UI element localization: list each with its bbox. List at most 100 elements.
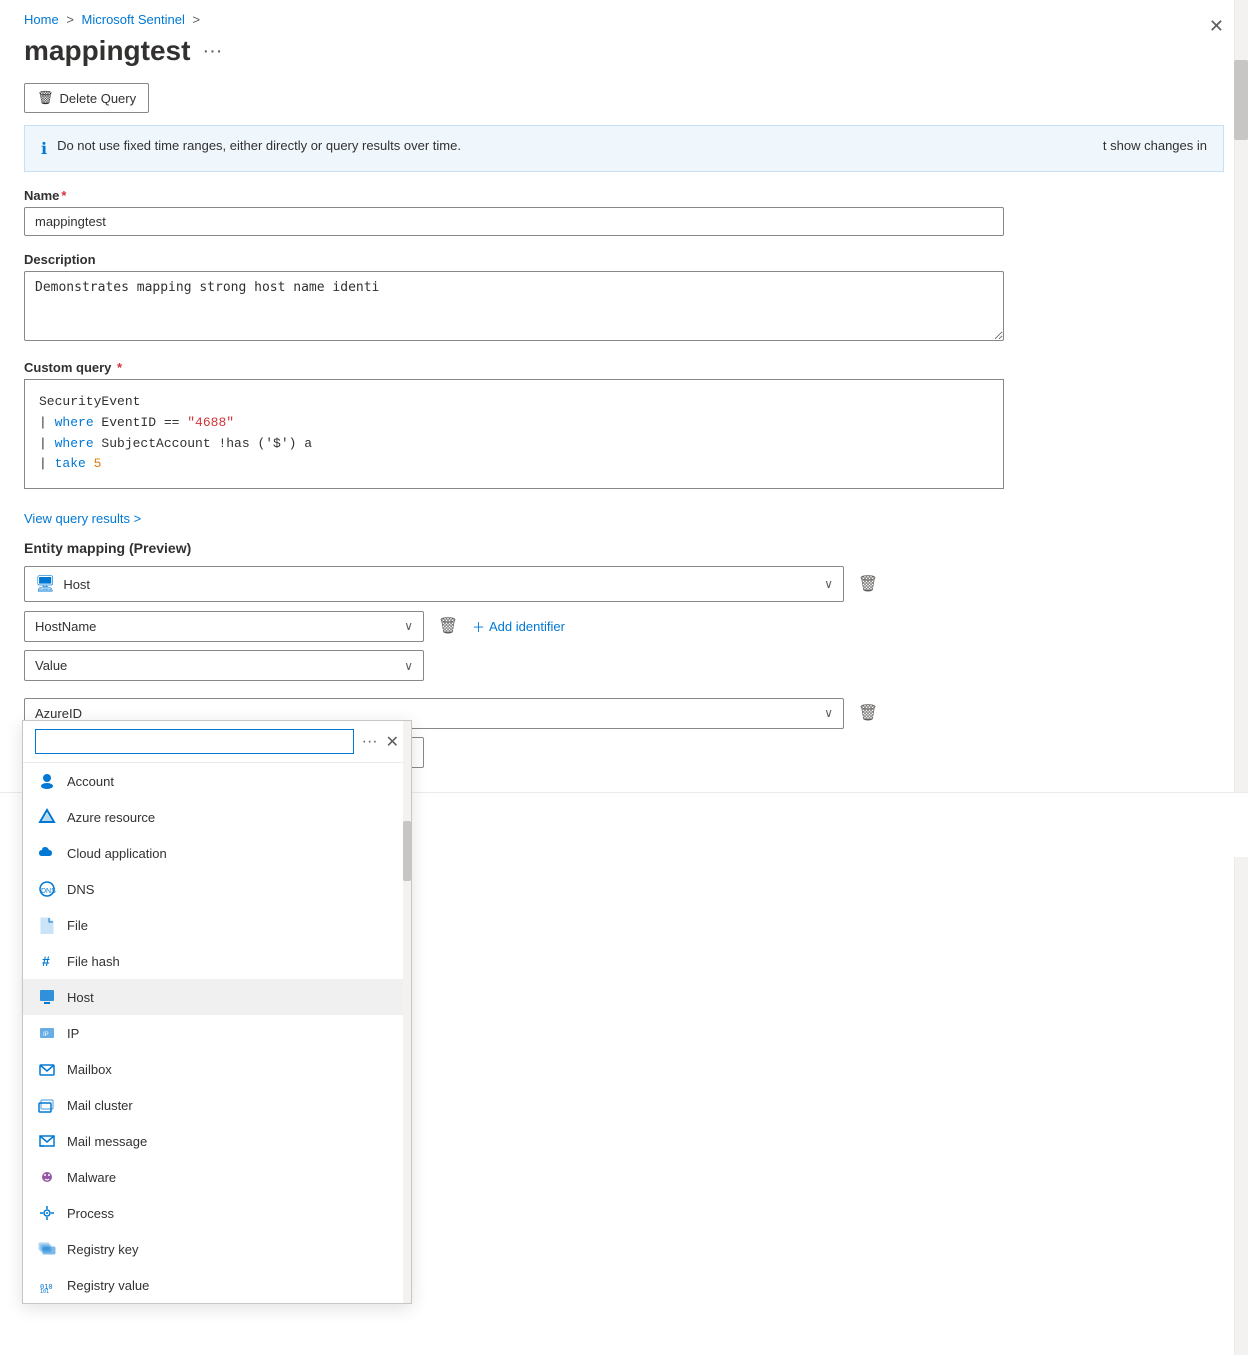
- dropdown-search-input[interactable]: [35, 729, 354, 754]
- page-header: mappingtest ···: [0, 27, 1248, 79]
- dropdown-item-azure-resource[interactable]: Azure resource: [23, 799, 411, 835]
- cloud-application-label: Cloud application: [67, 846, 167, 861]
- add-identifier-button[interactable]: ＋ Add identifier: [472, 617, 565, 636]
- dropdown-item-ip[interactable]: IP IP: [23, 1015, 411, 1051]
- dns-label: DNS: [67, 882, 94, 897]
- cloud-icon: [37, 843, 57, 863]
- dropdown-item-mail-cluster[interactable]: Mail cluster: [23, 1087, 411, 1123]
- query-editor[interactable]: SecurityEvent | where EventID == "4688" …: [24, 379, 1004, 489]
- plus-icon: ＋: [472, 617, 485, 636]
- delete-query-button[interactable]: 🗑 Delete Query: [24, 83, 149, 113]
- dropdown-item-host[interactable]: Host: [23, 979, 411, 1015]
- svg-text:101: 101: [40, 1289, 49, 1294]
- description-field-row: Description Demonstrates mapping strong …: [24, 252, 1224, 344]
- name-label: Name*: [24, 188, 1224, 203]
- panel-close-button[interactable]: ✕: [1209, 16, 1224, 37]
- dropdown-item-file[interactable]: File: [23, 907, 411, 943]
- file-label: File: [67, 918, 88, 933]
- dropdown-scrollbar[interactable]: [403, 721, 411, 1303]
- entity-mapping-label: Entity mapping (Preview): [24, 540, 1224, 556]
- dropdown-item-dns[interactable]: DNS DNS: [23, 871, 411, 907]
- host-chevron-icon: ∨: [824, 577, 833, 591]
- ip-label: IP: [67, 1026, 79, 1041]
- mail-cluster-label: Mail cluster: [67, 1098, 133, 1113]
- dropdown-item-file-hash[interactable]: # File hash: [23, 943, 411, 979]
- dropdown-close-button[interactable]: ✕: [386, 732, 399, 752]
- host-entity-row: 🖥 Host ∨ 🗑: [24, 566, 884, 602]
- dropdown-item-mailbox[interactable]: Mailbox: [23, 1051, 411, 1087]
- process-icon: [37, 1203, 57, 1223]
- mailbox-icon: [37, 1059, 57, 1079]
- delete-query-label: Delete Query: [60, 91, 137, 106]
- registry-key-label: Registry key: [67, 1242, 139, 1257]
- hostname-value-dropdown[interactable]: Value ∨: [24, 650, 424, 681]
- breadcrumb-sentinel[interactable]: Microsoft Sentinel: [82, 12, 185, 27]
- svg-text:#: #: [42, 953, 50, 969]
- host-dropdown-label-item: Host: [67, 990, 94, 1005]
- account-icon: [37, 771, 57, 791]
- query-field-row: Custom query * SecurityEvent | where Eve…: [24, 360, 1224, 489]
- info-text: Do not use fixed time ranges, either dir…: [57, 138, 1207, 153]
- dropdown-item-registry-value[interactable]: 010101 Registry value: [23, 1267, 411, 1303]
- dropdown-item-registry-key[interactable]: Registry key: [23, 1231, 411, 1267]
- hostname-delete-button[interactable]: 🗑: [432, 610, 464, 642]
- view-query-results-link[interactable]: View query results >: [24, 511, 141, 526]
- azureid-dropdown-label: AzureID: [35, 706, 824, 721]
- dropdown-more-button[interactable]: ···: [362, 733, 378, 751]
- regvalue-icon: 010101: [37, 1275, 57, 1295]
- hostname-identifier-dropdown[interactable]: HostName ∨: [24, 611, 424, 642]
- hostname-value-label: Value: [35, 658, 67, 673]
- dropdown-item-mail-message[interactable]: Mail message: [23, 1123, 411, 1159]
- azure-resource-label: Azure resource: [67, 810, 155, 825]
- dropdown-list: Account Azure resource Cloud application…: [23, 763, 411, 1303]
- hostname-chevron-icon: ∨: [404, 619, 413, 633]
- mailbox-label: Mailbox: [67, 1062, 112, 1077]
- mail-message-label: Mail message: [67, 1134, 147, 1149]
- dns-icon: DNS: [37, 879, 57, 899]
- hostname-value-chevron-icon: ∨: [404, 659, 413, 673]
- page-more-button[interactable]: ···: [202, 40, 222, 63]
- breadcrumb: Home > Microsoft Sentinel >: [0, 0, 1248, 27]
- azure-icon: [37, 807, 57, 827]
- regkey-icon: [37, 1239, 57, 1259]
- page-scrollbar[interactable]: [1234, 0, 1248, 1355]
- toolbar: 🗑 Delete Query: [0, 79, 1248, 125]
- description-textarea[interactable]: Demonstrates mapping strong host name id…: [24, 271, 1004, 341]
- registry-value-label: Registry value: [67, 1278, 149, 1293]
- file-icon: [37, 915, 57, 935]
- trash-icon: 🗑: [37, 90, 54, 106]
- query-line-4: | take 5: [39, 454, 989, 475]
- dropdown-item-process[interactable]: Process: [23, 1195, 411, 1231]
- page-title: mappingtest: [24, 35, 190, 67]
- query-line-3: | where SubjectAccount !has ('$') a: [39, 434, 989, 455]
- mailcluster-icon: [37, 1095, 57, 1115]
- name-input[interactable]: [24, 207, 1004, 236]
- svg-text:DNS: DNS: [41, 888, 56, 895]
- dropdown-scrollbar-thumb: [403, 821, 411, 881]
- account-label: Account: [67, 774, 114, 789]
- filehash-icon: #: [37, 951, 57, 971]
- query-line-2: | where EventID == "4688": [39, 413, 989, 434]
- description-label: Description: [24, 252, 1224, 267]
- breadcrumb-home[interactable]: Home: [24, 12, 59, 27]
- file-hash-label: File hash: [67, 954, 120, 969]
- entity-type-dropdown: ··· ✕ Account Azure resource C: [22, 720, 412, 1304]
- hostname-label: HostName: [35, 619, 96, 634]
- info-icon: ℹ: [41, 139, 47, 159]
- host-icon: 🖥: [35, 574, 55, 594]
- query-line-1: SecurityEvent: [39, 392, 989, 413]
- dropdown-item-cloud-application[interactable]: Cloud application: [23, 835, 411, 871]
- azureid-chevron-icon: ∨: [824, 706, 833, 720]
- azureid-delete-button[interactable]: 🗑: [852, 697, 884, 729]
- dropdown-item-account[interactable]: Account: [23, 763, 411, 799]
- process-label: Process: [67, 1206, 114, 1221]
- info-banner-right: t show changes in: [1103, 138, 1207, 153]
- info-banner: ℹ Do not use fixed time ranges, either d…: [24, 125, 1224, 172]
- dropdown-item-malware[interactable]: Malware: [23, 1159, 411, 1195]
- mailmessage-icon: [37, 1131, 57, 1151]
- ip-icon: IP: [37, 1023, 57, 1043]
- dropdown-header: ··· ✕: [23, 721, 411, 763]
- host-entity-dropdown[interactable]: 🖥 Host ∨: [24, 566, 844, 602]
- add-identifier-label: Add identifier: [489, 619, 565, 634]
- host-delete-button[interactable]: 🗑: [852, 568, 884, 600]
